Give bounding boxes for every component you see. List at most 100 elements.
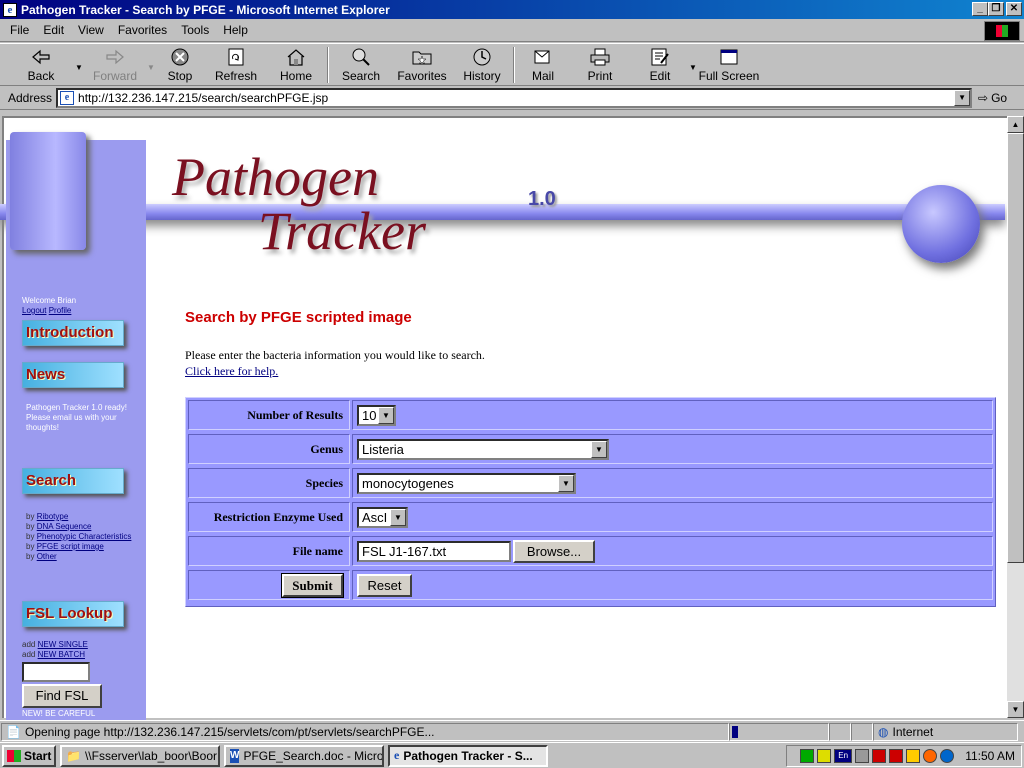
news-text: Pathogen Tracker 1.0 ready! Please email… [26, 403, 127, 432]
refresh-icon [225, 47, 247, 67]
task-explorer[interactable]: 📁 \\Fsserver\lab_boor\Boor ... [60, 744, 220, 767]
volume-icon[interactable] [817, 749, 832, 763]
maximize-button[interactable]: ❐ [988, 2, 1004, 16]
reset-button[interactable]: Reset [357, 573, 412, 597]
new-batch-link[interactable]: NEW BATCH [38, 650, 85, 659]
forward-dropdown[interactable]: ▼ [146, 44, 156, 86]
submit-button[interactable]: Submit [281, 572, 344, 598]
new-single-link[interactable]: NEW SINGLE [38, 640, 88, 649]
menu-favorites[interactable]: Favorites [118, 23, 167, 37]
tray-app-icon[interactable] [940, 749, 955, 763]
page-icon: e [60, 90, 75, 105]
scroll-up-button[interactable]: ▲ [1007, 116, 1024, 133]
forward-button[interactable]: Forward [84, 44, 146, 86]
toolbar: Back ▼ Forward ▼ Stop Refresh Home Searc… [0, 43, 1024, 86]
genus-select[interactable]: Listeria ▼ [357, 438, 609, 460]
favorites-folder-icon [411, 47, 433, 67]
back-button[interactable]: Back [8, 44, 74, 86]
form-row-actions: Submit Reset [187, 569, 994, 601]
tray-app-icon[interactable] [855, 749, 870, 763]
window-titlebar[interactable]: e Pathogen Tracker - Search by PFGE - Mi… [0, 0, 1024, 19]
scroll-down-button[interactable]: ▼ [1007, 701, 1024, 718]
search-icon [350, 47, 372, 67]
banner-bar [0, 204, 1005, 220]
genus-label: Genus [188, 434, 350, 464]
language-indicator[interactable]: En [834, 749, 853, 763]
close-button[interactable]: ✕ [1006, 2, 1022, 16]
fullscreen-icon [718, 47, 740, 67]
windows-flag-icon [7, 749, 21, 762]
search-by-dna-link[interactable]: DNA Sequence [37, 522, 92, 531]
fullscreen-button[interactable]: Full Screen [698, 44, 760, 86]
back-dropdown[interactable]: ▼ [74, 44, 84, 86]
chevron-down-icon: ▼ [591, 440, 607, 458]
form-row-results: Number of Results 10 ▼ [187, 399, 994, 431]
profile-link[interactable]: Profile [49, 306, 72, 315]
browse-button[interactable]: Browse... [513, 539, 595, 563]
address-dropdown-button[interactable]: ▼ [954, 89, 971, 106]
vertical-scrollbar[interactable]: ▲ ▼ [1007, 116, 1024, 718]
search-by-other-link[interactable]: Other [37, 552, 57, 561]
minimize-button[interactable]: _ [972, 2, 988, 16]
enzyme-label: Restriction Enzyme Used [188, 502, 350, 532]
menu-bar: File Edit View Favorites Tools Help [0, 19, 1024, 42]
menu-view[interactable]: View [78, 23, 104, 37]
logo-line1: Pathogen [172, 147, 379, 207]
search-button[interactable]: Search [332, 44, 390, 86]
welcome-text: Welcome Brian [22, 296, 77, 305]
network-icon[interactable] [800, 749, 815, 763]
warning-text: NEW! BE CAREFUL [22, 709, 96, 718]
logout-link[interactable]: Logout [22, 306, 46, 315]
menu-edit[interactable]: Edit [43, 23, 64, 37]
search-by-ribotype-link[interactable]: Ribotype [37, 512, 69, 521]
refresh-button[interactable]: Refresh [204, 44, 268, 86]
tray-app-icon[interactable] [923, 749, 938, 763]
banner-ball [902, 185, 980, 263]
species-label: Species [188, 468, 350, 498]
results-label: Number of Results [188, 400, 350, 430]
stop-button[interactable]: Stop [156, 44, 204, 86]
tray-app-icon[interactable] [872, 749, 887, 763]
fsl-input[interactable] [22, 662, 90, 682]
menu-help[interactable]: Help [223, 23, 248, 37]
species-select[interactable]: monocytogenes ▼ [357, 472, 576, 494]
task-word[interactable]: W PFGE_Search.doc - Micro... [224, 744, 384, 767]
file-input[interactable]: FSL J1-167.txt [357, 540, 511, 562]
tray-app-icon[interactable] [889, 749, 904, 763]
news-nav-button[interactable]: News [22, 362, 124, 388]
home-button[interactable]: Home [268, 44, 324, 86]
go-button[interactable]: ⇨ Go [978, 91, 1007, 105]
favorites-button[interactable]: Favorites [390, 44, 454, 86]
task-ie[interactable]: e Pathogen Tracker - S... [388, 744, 548, 767]
menu-tools[interactable]: Tools [181, 23, 209, 37]
address-bar: Address e http://132.236.147.215/search/… [0, 86, 1024, 110]
clock[interactable]: 11:50 AM [965, 749, 1015, 763]
address-input[interactable]: e http://132.236.147.215/search/searchPF… [56, 87, 973, 108]
system-tray: En 11:50 AM [786, 745, 1022, 767]
results-select[interactable]: 10 ▼ [357, 404, 396, 426]
fsl-lookup-nav-button[interactable]: FSL Lookup [22, 601, 124, 627]
ie-icon: e [3, 2, 17, 17]
search-nav-button[interactable]: Search [22, 468, 124, 494]
introduction-nav-button[interactable]: Introduction [22, 320, 124, 346]
address-label: Address [8, 90, 53, 105]
start-button[interactable]: Start [2, 744, 56, 767]
search-links: by Ribotype by DNA Sequence by Phenotypi… [26, 512, 132, 561]
tray-app-icon[interactable] [906, 749, 921, 763]
mail-button[interactable]: Mail [518, 44, 568, 86]
help-link[interactable]: Click here for help. [185, 364, 278, 379]
scroll-thumb[interactable] [1007, 133, 1024, 563]
word-icon: W [230, 748, 240, 763]
status-bar: 📄 Opening page http://132.236.147.215/se… [0, 720, 1024, 742]
history-button[interactable]: History [454, 44, 510, 86]
search-by-phenotypic-link[interactable]: Phenotypic Characteristics [37, 532, 132, 541]
logo-line2: Tracker [258, 201, 426, 261]
search-by-pfge-link[interactable]: PFGE script image [37, 542, 104, 551]
menu-file[interactable]: File [10, 23, 29, 37]
forward-arrow-icon [104, 47, 126, 67]
enzyme-select[interactable]: AscI ▼ [357, 506, 408, 528]
edit-button[interactable]: Edit [632, 44, 688, 86]
edit-dropdown[interactable]: ▼ [688, 44, 698, 86]
find-fsl-button[interactable]: Find FSL [22, 684, 102, 708]
print-button[interactable]: Print [568, 44, 632, 86]
